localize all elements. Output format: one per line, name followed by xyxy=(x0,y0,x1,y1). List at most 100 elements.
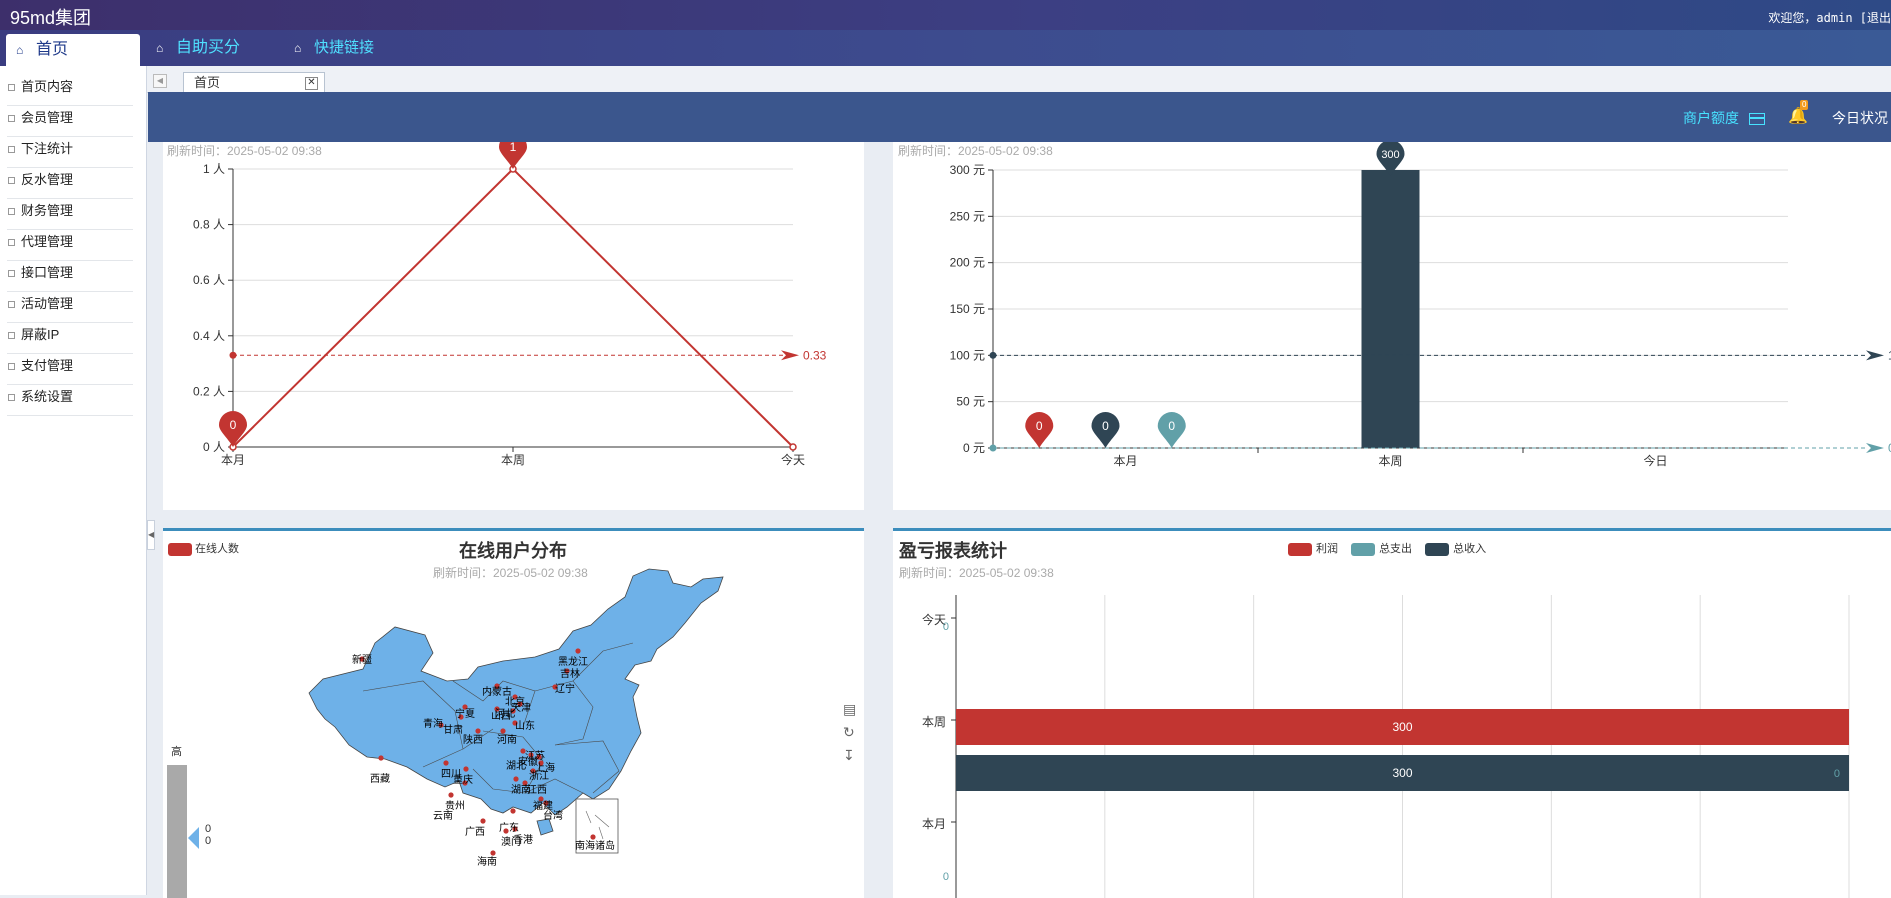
sidebar-item-home-content[interactable]: 首页内容 xyxy=(7,75,133,106)
sidebar-collapse-handle[interactable]: ◀ xyxy=(147,520,155,550)
square-icon xyxy=(8,394,15,401)
line-chart: 0 人 0.2 人 0.4 人 0.6 人 0.8 人 1 人本月 本周 今天 0.33 0 1 xyxy=(193,142,827,467)
province-dot xyxy=(510,808,516,814)
today-status-button[interactable]: 今日状况 xyxy=(1832,108,1888,128)
marker-label: 1 xyxy=(510,142,517,154)
province-dot xyxy=(513,776,519,782)
province-dot xyxy=(378,755,384,761)
merchant-quota-label: 商户额度 xyxy=(1683,110,1739,126)
sidebar-item-rebate[interactable]: 反水管理 xyxy=(7,168,133,199)
province-label: 江西 xyxy=(527,784,547,796)
sidebar-item-block-ip[interactable]: 屏蔽IP xyxy=(7,323,133,354)
province-label: 澳门 xyxy=(501,835,521,848)
province-dot xyxy=(443,760,449,766)
province-label: 山西 xyxy=(491,710,511,722)
sidebar-item-api[interactable]: 接口管理 xyxy=(7,261,133,292)
sidebar-item-agents[interactable]: 代理管理 xyxy=(7,230,133,261)
marker-label: 0 xyxy=(1102,419,1109,433)
average-line-label: 0.33 xyxy=(803,348,827,362)
welcome-text[interactable]: 欢迎您，admin [退出 xyxy=(1768,9,1891,26)
y-tick-label: 300 元 xyxy=(950,163,985,177)
average-line-arrow xyxy=(781,350,799,361)
province-label: 重庆 xyxy=(453,773,473,786)
nav-tab-self-buy[interactable]: ⌂ 自助买分 xyxy=(146,30,240,66)
province-label: 南海诸岛 xyxy=(575,839,615,852)
sidebar-item-label: 活动管理 xyxy=(21,296,74,311)
square-icon xyxy=(8,177,15,184)
home-icon: ⌂ xyxy=(16,43,24,57)
tab-scroll-left-button[interactable]: ◀ xyxy=(153,74,167,88)
merchant-quota-button[interactable]: 商户额度 xyxy=(1683,108,1765,128)
province-label: 江苏 xyxy=(525,749,545,762)
province-dot xyxy=(463,766,469,772)
nav-tab-label: 首页 xyxy=(36,41,69,58)
home-icon: ⌂ xyxy=(294,41,302,55)
province-dot xyxy=(480,818,486,824)
status-banner: 商户额度 🔔 0 今日状况 xyxy=(148,92,1891,142)
province-label: 甘肃 xyxy=(443,723,463,736)
zero-line-arrow xyxy=(1866,443,1884,453)
province-label: 黑龙江 xyxy=(558,655,588,668)
x-tick-label: 本周 xyxy=(501,453,525,467)
nav-tab-quick-links[interactable]: ⌂ 快捷链接 xyxy=(284,30,374,66)
y-tick-label: 250 元 xyxy=(950,209,985,223)
series-line xyxy=(232,167,794,448)
sidebar-item-finance[interactable]: 财务管理 xyxy=(7,199,133,230)
sidebar-item-label: 系统设置 xyxy=(21,389,74,404)
y-tick-label: 0.8 人 xyxy=(193,218,225,232)
sidebar-item-label: 代理管理 xyxy=(21,234,74,249)
online-user-map-panel: 在线用户分布 刷新时间：2025-05-02 09:38 在线人数 高 0 0 … xyxy=(163,528,864,898)
sidebar-item-members[interactable]: 会员管理 xyxy=(7,106,133,137)
average-line-arrow xyxy=(1866,350,1884,361)
y-tick-label: 100 元 xyxy=(950,348,985,362)
data-view-icon[interactable]: ▤ xyxy=(843,698,856,721)
profit-loss-panel: 盈亏报表统计 刷新时间：2025-05-02 09:38 利润 总支出 总收入 … xyxy=(893,528,1891,898)
page-tab-label: 首页 xyxy=(194,75,221,90)
revenue-bar-panel: 刷新时间：2025-05-02 09:38 0 元 50 元 100 元 150 元2… xyxy=(893,142,1891,510)
value-label: 0 xyxy=(943,621,949,633)
province-dot xyxy=(448,792,454,798)
y-tick-label: 0 人 xyxy=(203,440,225,454)
marker-label: 0 xyxy=(1036,419,1043,433)
value-label: 0 xyxy=(943,871,949,883)
horizontal-bar-chart: 今天本周本月0300300 00 xyxy=(922,595,1850,898)
save-image-icon[interactable]: ↧ xyxy=(843,744,856,767)
nav-tab-home[interactable]: ⌂ 首页 xyxy=(6,34,140,66)
square-icon xyxy=(8,270,15,277)
sidebar-item-payment[interactable]: 支付管理 xyxy=(7,354,133,385)
china-map[interactable]: 新疆西藏青海甘肃宁夏内蒙古黑龙江吉林辽宁北京天津河北山西山东河南陕西四川重庆湖北… xyxy=(163,531,864,898)
province-label: 广西 xyxy=(465,826,485,838)
square-icon xyxy=(8,363,15,370)
y-tick-label: 0.4 人 xyxy=(193,329,225,343)
y-tick-label: 0.2 人 xyxy=(193,384,225,398)
x-tick-label: 今天 xyxy=(781,452,805,467)
province-label: 浙江 xyxy=(529,770,549,782)
sidebar-item-activities[interactable]: 活动管理 xyxy=(7,292,133,323)
sidebar-item-label: 接口管理 xyxy=(21,265,74,280)
province-dot xyxy=(490,850,496,856)
province-label: 山东 xyxy=(515,719,535,732)
square-icon xyxy=(8,146,15,153)
x-tick-label: 今日 xyxy=(1643,453,1667,468)
home-icon: ⌂ xyxy=(156,41,164,55)
province-label: 西藏 xyxy=(370,773,390,785)
x-tick-label: 本周 xyxy=(1378,454,1402,468)
province-label: 宁夏 xyxy=(455,707,475,720)
sidebar-item-label: 反水管理 xyxy=(21,172,74,187)
value-label: 300 xyxy=(1392,766,1412,780)
square-icon xyxy=(8,115,15,122)
province-label: 辽宁 xyxy=(555,682,575,695)
province-label: 海南 xyxy=(477,855,497,868)
y-tick-label: 50 元 xyxy=(956,395,985,409)
x-tick-label: 本月 xyxy=(1113,454,1137,468)
sidebar-item-label: 屏蔽IP xyxy=(21,327,60,342)
province-label: 新疆 xyxy=(352,653,372,666)
value-label: 0 xyxy=(1834,768,1840,780)
page-tab-home[interactable]: 首页 ✕ xyxy=(183,72,325,93)
close-icon[interactable]: ✕ xyxy=(305,77,318,90)
map-toolbox: ▤ ↻ ↧ xyxy=(843,698,856,767)
province-dot xyxy=(475,728,481,734)
restore-icon[interactable]: ↻ xyxy=(843,721,856,744)
sidebar-item-bet-stats[interactable]: 下注统计 xyxy=(7,137,133,168)
sidebar-item-settings[interactable]: 系统设置 xyxy=(7,385,133,416)
